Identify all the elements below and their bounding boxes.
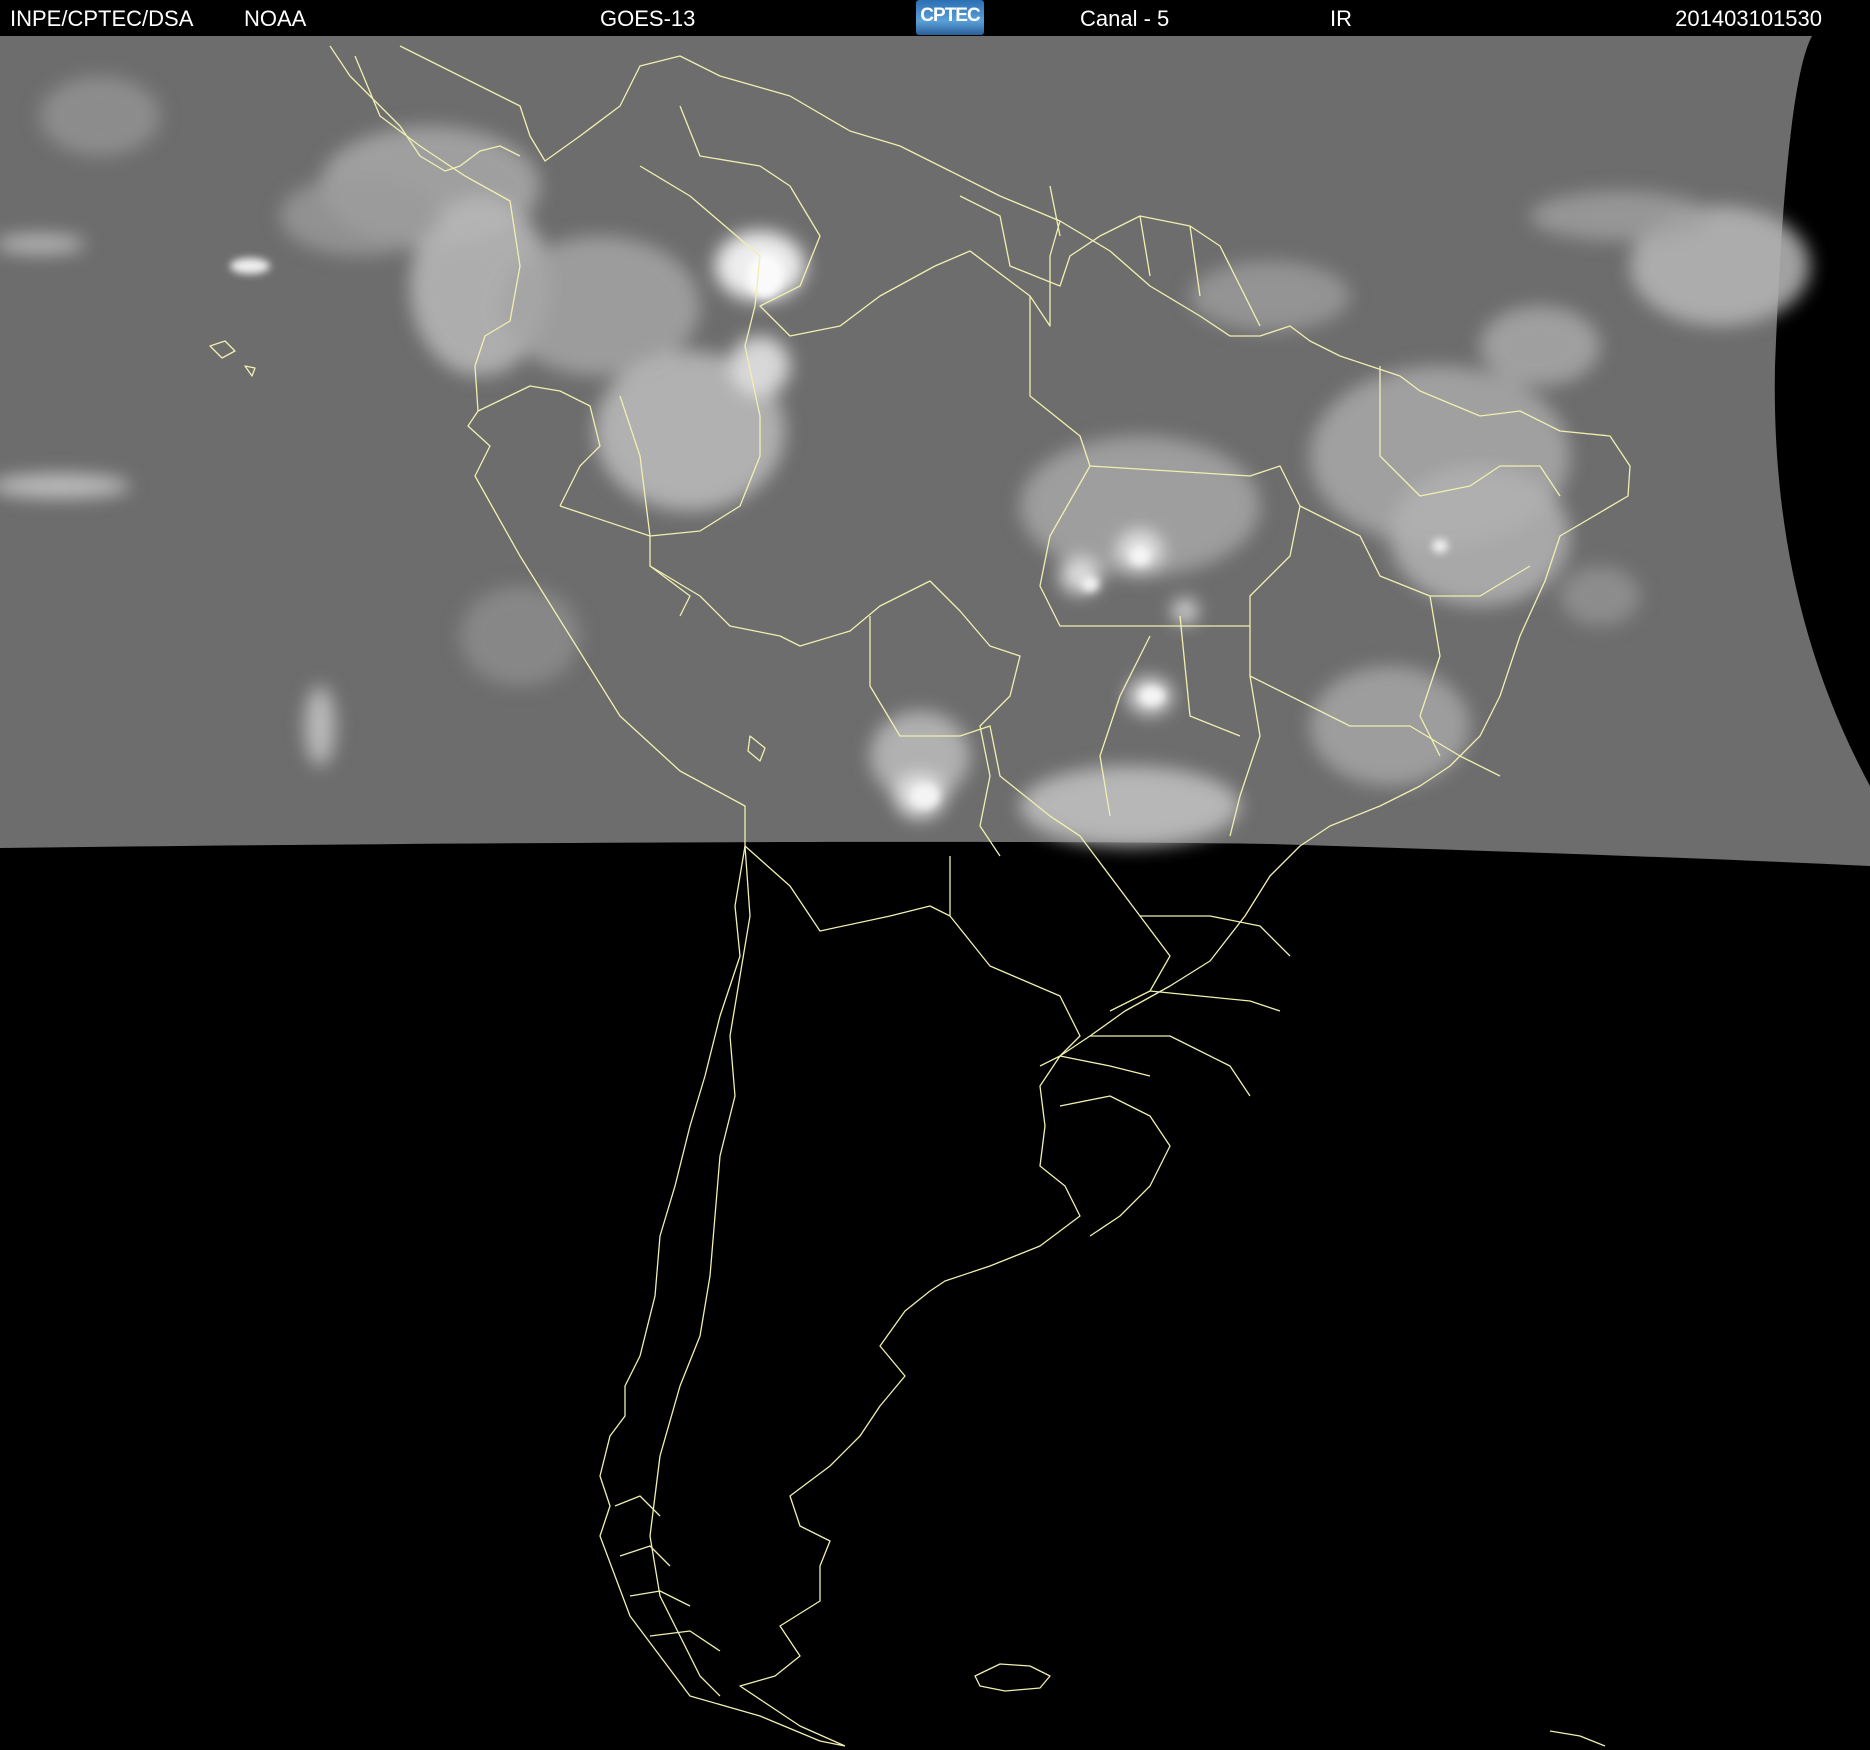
agency-label: INPE/CPTEC/DSA [10,6,194,31]
satellite-map [0,36,1870,1750]
image-header-bar: INPE/CPTEC/DSA NOAA GOES-13 CPTEC Canal … [0,0,1870,36]
cptec-logo: CPTEC [916,0,984,35]
channel-label: Canal - 5 [1080,6,1170,31]
source-label: NOAA [244,6,307,31]
satellite-label: GOES-13 [600,6,696,31]
band-label: IR [1330,6,1352,31]
timestamp-label: 201403101530 [1675,6,1822,31]
